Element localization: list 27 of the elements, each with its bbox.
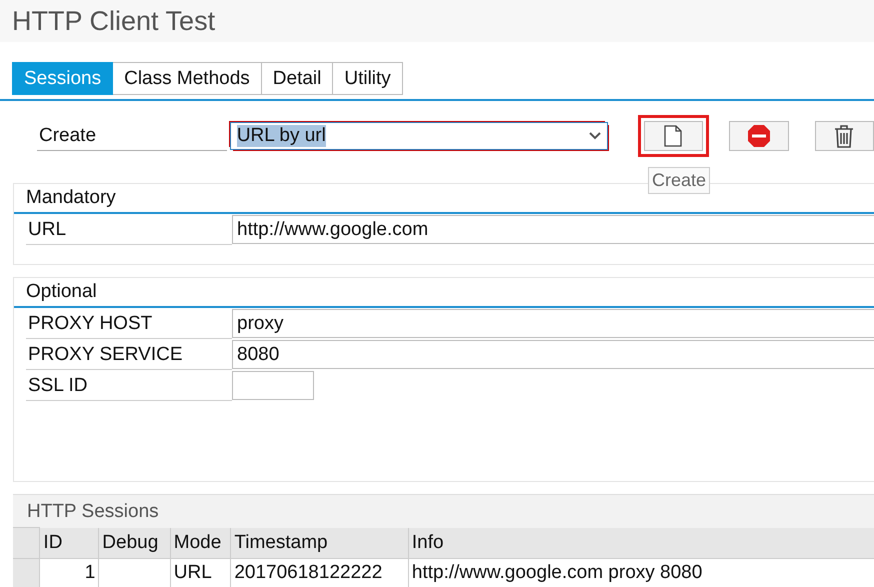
type-dropdown[interactable]: URL by url bbox=[230, 122, 608, 150]
input-field[interactable]: 8080 bbox=[232, 340, 874, 369]
column-header[interactable]: Debug bbox=[98, 528, 170, 558]
tab[interactable]: Class Methods bbox=[113, 62, 262, 95]
document-icon bbox=[664, 125, 682, 147]
column-header[interactable]: Info bbox=[408, 528, 874, 558]
stop-sign-icon bbox=[746, 124, 771, 148]
column-header[interactable]: Timestamp bbox=[230, 528, 408, 558]
input-field[interactable]: http://www.google.com bbox=[232, 215, 874, 244]
tooltip: Create bbox=[648, 167, 710, 194]
section-title: HTTP Sessions bbox=[26, 500, 160, 524]
table-cell: 1 bbox=[40, 558, 99, 586]
stop-button[interactable] bbox=[729, 121, 789, 151]
page-title: HTTP Client Test bbox=[12, 6, 216, 36]
input-field[interactable]: proxy bbox=[232, 309, 874, 338]
column-header[interactable]: Mode bbox=[170, 528, 231, 558]
tab[interactable]: Detail bbox=[262, 62, 334, 95]
tab[interactable]: Utility bbox=[333, 62, 403, 95]
chevron-icon bbox=[588, 132, 601, 140]
trash-icon bbox=[833, 124, 856, 148]
column-header[interactable]: ID bbox=[40, 528, 99, 558]
table-cell: URL bbox=[170, 558, 231, 586]
table-cell: http://www.google.com proxy 8080 bbox=[408, 558, 874, 586]
input-field[interactable] bbox=[232, 371, 314, 400]
delete-button[interactable] bbox=[814, 121, 874, 151]
create-label: Create bbox=[37, 121, 227, 151]
table-cell: 20170618122222 bbox=[230, 558, 408, 586]
